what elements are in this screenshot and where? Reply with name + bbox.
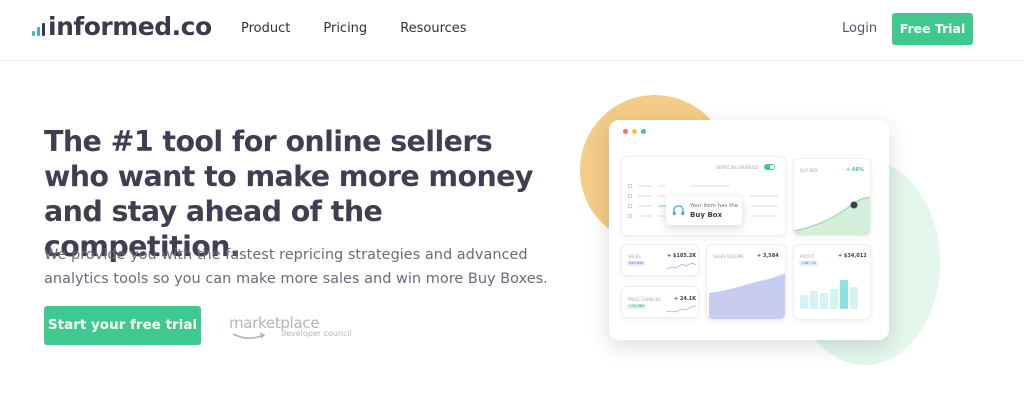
nav-item-product[interactable]: Product: [241, 20, 290, 38]
sales-volume-card: SALES VOLUME + 3,584: [706, 244, 786, 320]
buy-box-marker: [850, 201, 858, 209]
sales-volume-value: + 3,584: [757, 253, 779, 259]
sales-card: SALES $45,840 + $185.2K: [621, 244, 699, 276]
brand-logo[interactable]: informed.co: [32, 12, 212, 42]
price-changes-badge: +34,864: [627, 304, 647, 309]
buy-box-card: BUY BOX + 46%: [793, 158, 871, 236]
repricing-label: REPRICING ENABLED: [716, 165, 758, 170]
dashboard-mockup: REPRICING ENABLED Your item has the Buy …: [609, 120, 889, 340]
profit-value: + $34,012: [838, 253, 867, 259]
marketplace-developer-council-logo: marketplace developer council: [229, 315, 369, 341]
main-nav: Product Pricing Resources: [241, 20, 467, 38]
window-dot-red: [623, 129, 628, 134]
profit-bar-chart: [800, 275, 866, 309]
free-trial-button[interactable]: Free Trial: [892, 13, 973, 45]
buy-box-popup: Your item has the Buy Box: [666, 197, 742, 225]
profit-badge: +$87.50: [799, 261, 819, 266]
nav-item-pricing[interactable]: Pricing: [323, 20, 367, 38]
price-changes-label: PRICE CHANGES: [628, 297, 661, 302]
popup-text: Your item has the: [690, 203, 739, 209]
hero-subtext: We provide you with the fastest repricin…: [44, 247, 548, 287]
buy-box-area-chart: [794, 196, 870, 235]
sales-badge: $45,840: [627, 261, 646, 266]
start-free-trial-button[interactable]: Start your free trial: [44, 306, 201, 345]
logo-bars-icon: [32, 23, 45, 36]
sales-value: + $185.2K: [667, 253, 697, 259]
price-changes-value: + 24.1K: [674, 296, 697, 302]
profit-card: PROFIT +$87.50 + $34,012: [793, 244, 871, 320]
headset-icon: [672, 205, 685, 216]
site-header: informed.co Product Pricing Resources Lo…: [0, 0, 1024, 61]
table-row: [628, 183, 778, 189]
price-changes-card: PRICE CHANGES +34,864 + 24.1K: [621, 286, 699, 318]
mdc-sub-text: developer council: [281, 329, 352, 338]
sales-label: SALES: [628, 254, 641, 259]
nav-item-resources[interactable]: Resources: [400, 20, 466, 38]
window-dot-green: [641, 129, 646, 134]
window-dot-yellow: [632, 129, 637, 134]
sales-volume-area-chart: [709, 273, 785, 319]
repricing-toggle: [764, 164, 775, 170]
amazon-smile-icon: [232, 332, 266, 340]
sales-volume-label: SALES VOLUME: [713, 254, 744, 259]
sales-sparkline: [666, 262, 696, 270]
window-dots: [623, 129, 646, 134]
login-link[interactable]: Login: [842, 20, 877, 38]
repricing-card: REPRICING ENABLED Your item has the Buy …: [621, 156, 786, 236]
popup-title: Buy Box: [690, 211, 722, 219]
price-changes-sparkline: [666, 305, 696, 313]
buy-box-label: BUY BOX: [800, 168, 818, 173]
buy-box-value: + 46%: [846, 167, 864, 173]
brand-name: informed.co: [48, 12, 212, 41]
profit-label: PROFIT: [800, 254, 815, 259]
